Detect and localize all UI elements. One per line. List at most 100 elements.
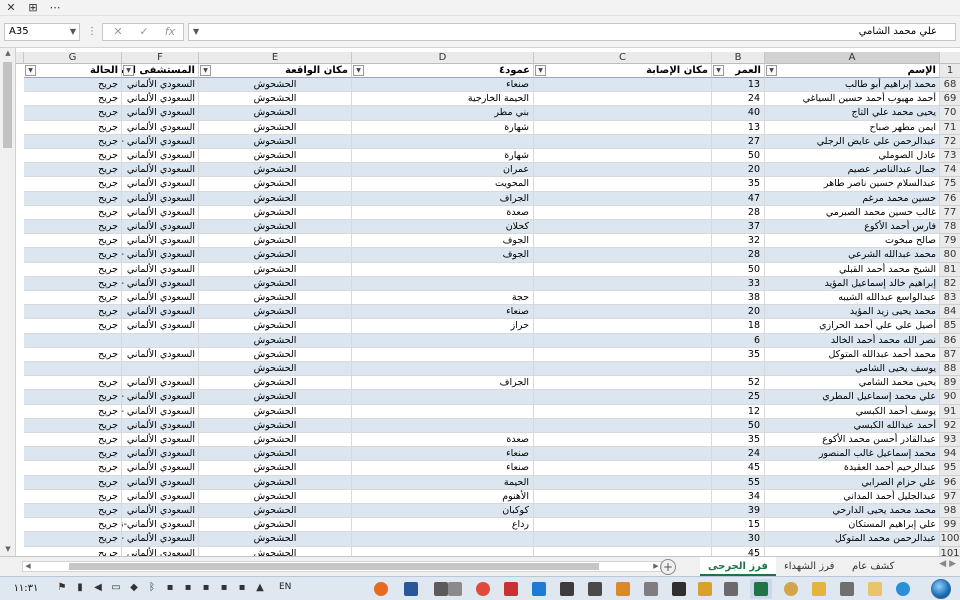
row-number[interactable]: 80 [940,248,960,263]
cell-district[interactable]: الحيمة الخارجية [352,92,534,107]
cell-status[interactable] [24,362,122,377]
cell-district[interactable]: بني مطر [352,106,534,121]
cell-age[interactable]: 30 [712,532,765,547]
app-tray-icon[interactable]: ▪ [200,582,212,594]
cell-name[interactable]: عبدالسلام حسين ناصر طاهر [765,177,940,192]
enter-icon[interactable]: ✓ [133,24,155,40]
row-number[interactable]: 73 [940,149,960,164]
filter-dropdown-icon[interactable]: ▼ [25,65,36,76]
cell-status[interactable]: جريح [24,461,122,476]
scroll-left-icon[interactable]: ◀ [23,561,33,572]
cell-hospital[interactable]: السعودي الألماني [122,234,199,249]
cell-hospital[interactable]: السعودي الألماني [122,106,199,121]
cell-hospital[interactable]: السعودي الألماني [122,78,199,93]
cell-injury[interactable] [534,489,712,504]
cell-injury[interactable] [534,475,712,490]
cell-hospital[interactable]: السعودي الألماني - نقل [122,134,199,149]
cell-incident[interactable]: الحشحوش [199,546,352,556]
column-header-b[interactable]: B [712,52,765,64]
cell-injury[interactable] [534,92,712,107]
cell-age[interactable]: 20 [712,163,765,178]
cell-injury[interactable] [534,362,712,377]
cell-incident[interactable]: الحشحوش [199,248,352,263]
filter-dropdown-icon[interactable]: ▼ [200,65,211,76]
cell-injury[interactable] [534,78,712,93]
filter-dropdown-icon[interactable]: ▼ [766,65,777,76]
cell-hospital[interactable]: السعودي الألماني [122,92,199,107]
cell-age[interactable]: 24 [712,447,765,462]
row-number[interactable]: 71 [940,120,960,135]
cell-name[interactable]: أحمد عبدالله الكبسي [765,418,940,433]
cell-status[interactable]: جريح [24,305,122,320]
cell-incident[interactable]: الحشحوش [199,234,352,249]
cell-district[interactable]: صنعاء [352,447,534,462]
select-all-corner[interactable] [940,52,960,64]
add-sheet-icon[interactable]: + [660,559,676,575]
cell-status[interactable]: جريح [24,532,122,547]
filter-dropdown-icon[interactable]: ▼ [353,65,364,76]
cell-hospital[interactable]: السعودي الألماني [122,418,199,433]
cell-injury[interactable] [534,191,712,206]
row-number[interactable]: 96 [940,475,960,490]
cell-status[interactable]: جريح [24,163,122,178]
row-number[interactable]: 69 [940,92,960,107]
cell-age[interactable]: 38 [712,291,765,306]
cell-incident[interactable]: الحشحوش [199,220,352,235]
cell-incident[interactable]: الحشحوش [199,291,352,306]
row-number[interactable]: 76 [940,191,960,206]
cell-status[interactable]: جريح [24,92,122,107]
row-number[interactable]: 101 [940,546,960,556]
cell-incident[interactable]: الحشحوش [199,333,352,348]
cell-status[interactable]: جريح [24,191,122,206]
row-number[interactable]: 72 [940,134,960,149]
app-icon[interactable] [808,579,830,599]
cell-hospital[interactable]: السعودي الألماني - نقل [122,390,199,405]
cell-status[interactable]: جريح [24,376,122,391]
cell-name[interactable] [765,546,940,556]
cell-district[interactable]: الحيمة [352,475,534,490]
chrome-icon[interactable] [472,579,494,599]
cell-status[interactable]: جريح [24,234,122,249]
row-number[interactable]: 94 [940,447,960,462]
more-options-icon[interactable]: ⋯ [46,0,64,16]
row-number[interactable]: 86 [940,333,960,348]
cell-injury[interactable] [534,518,712,533]
header-incident[interactable]: مكان الواقعة ▼ [199,64,352,78]
row-number[interactable]: 92 [940,418,960,433]
bluetooth-icon[interactable]: ᛒ [146,582,158,594]
cell-name[interactable]: عبدالرحيم أحمد العقيدة [765,461,940,476]
cell-age[interactable]: 25 [712,390,765,405]
cell-incident[interactable]: الحشحوش [199,149,352,164]
cell-hospital[interactable]: السعودي الألماني [122,347,199,362]
cell-status[interactable]: جريح [24,447,122,462]
cell-hospital[interactable]: السعودي الألماني-نقل [122,518,199,533]
tab-general-list[interactable]: كشف عام [844,557,902,576]
network-icon[interactable]: ▮ [74,582,86,594]
internet-explorer-icon[interactable] [892,579,914,599]
app-tray-icon[interactable]: ▪ [236,582,248,594]
cell-age[interactable]: 28 [712,248,765,263]
row-number[interactable]: 95 [940,461,960,476]
show-hidden-icons-icon[interactable]: ▲ [254,582,266,594]
cell-name[interactable]: فارس أحمد الأكوع [765,220,940,235]
cell-incident[interactable]: الحشحوش [199,177,352,192]
cell-name[interactable]: عبدالجليل أحمد المداني [765,489,940,504]
row-number[interactable]: 85 [940,319,960,334]
start-button[interactable] [928,577,954,600]
cell-injury[interactable] [534,149,712,164]
cell-name[interactable]: ايمن مطهر صباح [765,120,940,135]
cell-status[interactable]: جريح [24,120,122,135]
app-icon[interactable] [584,579,606,599]
cell-district[interactable]: كحلان [352,220,534,235]
cell-district[interactable]: حجة [352,291,534,306]
cell-name[interactable]: محمد إسماعيل غالب المنصور [765,447,940,462]
cell-hospital[interactable]: السعودي الألماني [122,305,199,320]
cell-age[interactable]: 35 [712,433,765,448]
app-icon[interactable] [556,579,578,599]
cell-age[interactable]: 39 [712,504,765,519]
cell-district[interactable] [352,262,534,277]
cell-incident[interactable]: الحشحوش [199,518,352,533]
cell-injury[interactable] [534,177,712,192]
formula-bar-grip-icon[interactable]: ⋮ [87,23,97,41]
cell-hospital[interactable]: السعودي الألماني [122,319,199,334]
